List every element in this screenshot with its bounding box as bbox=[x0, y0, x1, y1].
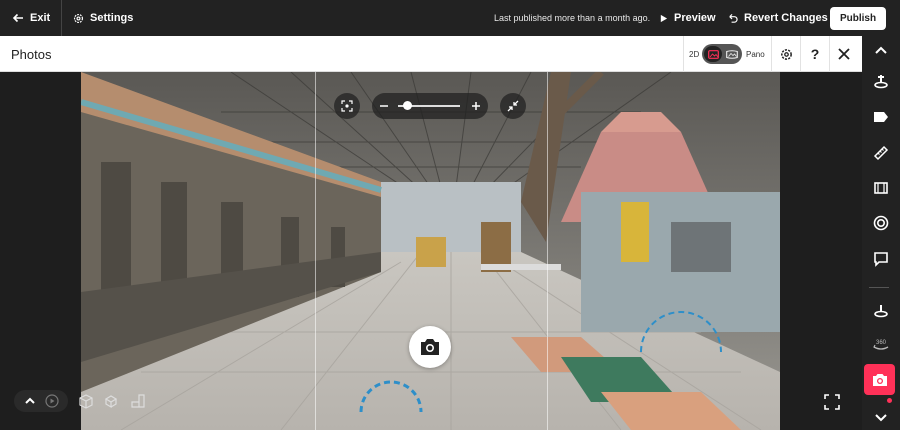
pano-360-button[interactable]: 360 bbox=[862, 332, 900, 358]
close-icon bbox=[838, 48, 850, 60]
dollhouse-icon bbox=[79, 394, 93, 409]
publish-button[interactable]: Publish bbox=[830, 7, 886, 30]
close-panel-button[interactable] bbox=[830, 36, 858, 72]
revert-changes-button[interactable]: Revert Changes bbox=[727, 0, 828, 36]
settings-button[interactable]: Settings bbox=[73, 0, 133, 36]
floorplan-3d-button[interactable] bbox=[101, 391, 121, 411]
tag-icon bbox=[874, 112, 888, 122]
expand-button[interactable] bbox=[20, 391, 40, 411]
revert-label: Revert Changes bbox=[744, 12, 828, 24]
photo-pano-icon bbox=[725, 49, 738, 59]
notes-button[interactable] bbox=[862, 246, 900, 272]
mode-2d-label[interactable]: 2D bbox=[689, 36, 699, 72]
film-icon bbox=[874, 182, 888, 194]
photos-panel-header: Photos 2D Pano ? bbox=[0, 36, 862, 72]
ruler-icon bbox=[873, 145, 889, 161]
last-published-status: Last published more than a month ago. bbox=[494, 13, 651, 23]
highlight-reel-button[interactable] bbox=[862, 175, 900, 201]
help-button[interactable]: ? bbox=[801, 36, 829, 72]
zoom-handle[interactable] bbox=[402, 101, 412, 110]
zoom-out-icon[interactable] bbox=[379, 101, 389, 111]
top-toolbar: Exit Settings Last published more than a… bbox=[0, 0, 900, 36]
expand-toolbar-button[interactable] bbox=[862, 404, 900, 430]
zoom-in-icon[interactable] bbox=[471, 101, 481, 111]
capture-photo-button[interactable] bbox=[409, 326, 451, 368]
fit-view-button[interactable] bbox=[500, 93, 526, 119]
settings-label: Settings bbox=[90, 12, 134, 24]
photo-mode-toggle[interactable] bbox=[702, 44, 742, 64]
floorplan-icon bbox=[131, 394, 145, 408]
photos-tool-button[interactable] bbox=[864, 364, 895, 395]
composition-grid-line bbox=[547, 72, 548, 430]
photo-pano-option[interactable] bbox=[723, 46, 740, 62]
collapse-toolbar-button[interactable] bbox=[862, 38, 900, 64]
camera-icon bbox=[421, 339, 439, 355]
recenter-button[interactable] bbox=[334, 93, 360, 119]
focus-icon bbox=[341, 100, 353, 112]
floor-placement-button[interactable] bbox=[862, 298, 900, 324]
help-icon: ? bbox=[810, 46, 820, 62]
tag-button[interactable] bbox=[862, 104, 900, 130]
play-tour-button[interactable] bbox=[42, 391, 62, 411]
cube-icon bbox=[104, 395, 118, 409]
gear-icon bbox=[780, 48, 792, 60]
mode-pano-label[interactable]: Pano bbox=[746, 36, 765, 72]
chevron-up-icon bbox=[875, 46, 887, 54]
preview-button[interactable]: Preview bbox=[659, 0, 716, 36]
preview-label: Preview bbox=[674, 12, 716, 24]
fullscreen-icon bbox=[824, 394, 840, 410]
panel-settings-button[interactable] bbox=[772, 36, 800, 72]
play-icon bbox=[660, 14, 668, 22]
pano-360-text: 360 bbox=[876, 340, 887, 346]
photo-2d-option[interactable] bbox=[704, 46, 722, 62]
pano-360-icon: 360 bbox=[873, 340, 889, 350]
target-icon bbox=[873, 215, 889, 231]
composition-grid-line bbox=[315, 72, 316, 430]
notification-dot bbox=[887, 398, 892, 403]
zoom-slider[interactable] bbox=[372, 93, 488, 119]
measure-button[interactable] bbox=[862, 140, 900, 166]
exit-button[interactable]: Exit bbox=[12, 0, 50, 36]
toolbar-divider bbox=[61, 0, 62, 36]
comment-icon bbox=[874, 252, 888, 267]
dollhouse-view-button[interactable] bbox=[76, 391, 96, 411]
floor-marker-icon bbox=[874, 305, 888, 318]
panel-title: Photos bbox=[11, 46, 52, 62]
exit-label: Exit bbox=[30, 12, 51, 24]
playback-controls bbox=[14, 390, 68, 412]
floorplan-button[interactable] bbox=[128, 391, 148, 411]
undo-icon bbox=[729, 13, 738, 23]
pin-marker-icon bbox=[874, 75, 888, 89]
chevron-down-icon bbox=[875, 414, 887, 422]
panorama-view[interactable] bbox=[81, 72, 780, 430]
toolbar-separator bbox=[869, 287, 889, 288]
photo-2d-icon bbox=[707, 49, 719, 59]
viewer-area[interactable] bbox=[0, 72, 862, 430]
collapse-arrows-icon bbox=[507, 100, 519, 112]
header-divider bbox=[683, 36, 684, 72]
start-location-button[interactable] bbox=[862, 210, 900, 236]
camera-icon bbox=[872, 373, 887, 386]
fullscreen-button[interactable] bbox=[822, 392, 842, 412]
temple-scene-image bbox=[81, 72, 780, 430]
arrow-left-icon bbox=[12, 13, 23, 23]
play-circle-icon bbox=[45, 394, 59, 408]
gear-icon bbox=[73, 13, 84, 23]
mattertag-pin-button[interactable] bbox=[862, 68, 900, 94]
chevron-up-icon bbox=[25, 397, 35, 404]
